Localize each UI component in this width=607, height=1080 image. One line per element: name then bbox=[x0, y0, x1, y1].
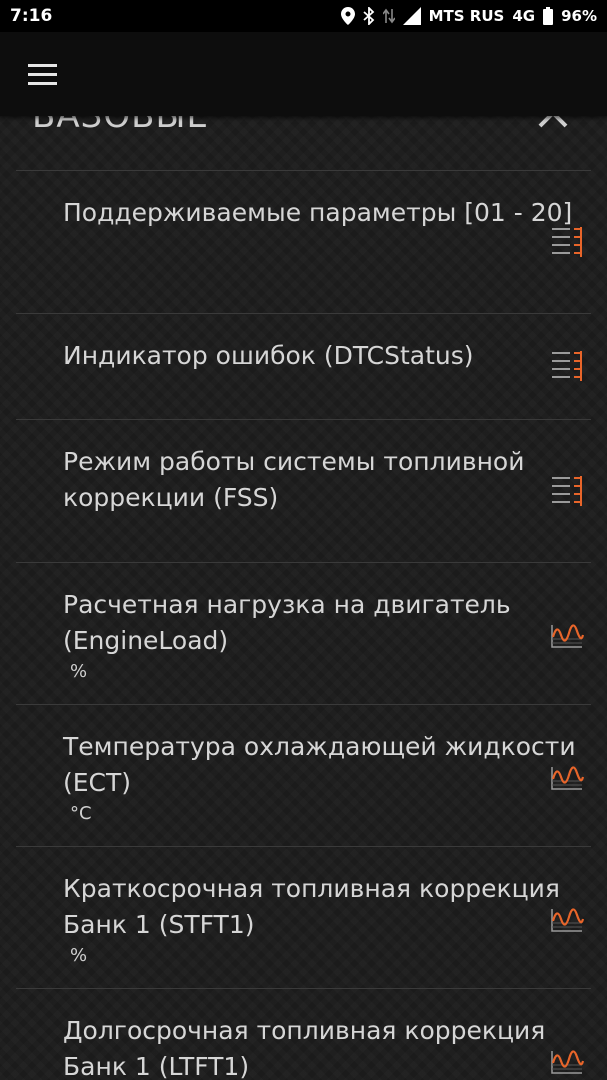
item-label: Температура охлаждающей жидкости (ECT) bbox=[63, 732, 576, 797]
bitmask-list-icon bbox=[552, 227, 582, 257]
list-item[interactable]: Расчетная нагрузка на двигатель (EngineL… bbox=[16, 562, 591, 704]
parameter-list: Поддерживаемые параметры [01 - 20] Индик… bbox=[16, 170, 591, 1080]
battery-level: 96% bbox=[561, 7, 597, 25]
carrier-name: MTS RUS bbox=[428, 7, 505, 25]
item-unit: % bbox=[70, 945, 88, 966]
item-label: Режим работы системы топливной коррекции… bbox=[63, 447, 525, 512]
hamburger-menu-icon[interactable] bbox=[22, 56, 62, 92]
item-label: Индикатор ошибок (DTCStatus) bbox=[63, 341, 474, 370]
screen: 7:16 MTS RUS 4G 96% БАЗОВЫЕ Поддерживаем… bbox=[0, 0, 607, 1080]
item-label: Долгосрочная топливная коррекция Банк 1 … bbox=[63, 1016, 546, 1080]
app-bar bbox=[0, 32, 607, 116]
status-time: 7:16 bbox=[10, 6, 53, 26]
list-item[interactable]: Режим работы системы топливной коррекции… bbox=[16, 419, 591, 562]
status-icons: MTS RUS 4G 96% bbox=[340, 7, 597, 25]
item-unit: % bbox=[70, 661, 88, 682]
network-type: 4G bbox=[512, 7, 536, 25]
status-bar: 7:16 MTS RUS 4G 96% bbox=[0, 0, 607, 32]
item-label: Поддерживаемые параметры [01 - 20] bbox=[63, 198, 573, 227]
waveform-graph-icon bbox=[551, 1050, 584, 1074]
battery-icon bbox=[543, 7, 554, 25]
list-item[interactable]: Температура охлаждающей жидкости (ECT) °… bbox=[16, 704, 591, 846]
bitmask-list-icon bbox=[552, 476, 582, 506]
item-unit: °C bbox=[70, 803, 92, 824]
item-label: Расчетная нагрузка на двигатель (EngineL… bbox=[63, 590, 511, 655]
waveform-graph-icon bbox=[551, 908, 584, 932]
list-item[interactable]: Индикатор ошибок (DTCStatus) bbox=[16, 313, 591, 419]
list-item[interactable]: Долгосрочная топливная коррекция Банк 1 … bbox=[16, 988, 591, 1080]
waveform-graph-icon bbox=[551, 766, 584, 790]
data-arrows-icon bbox=[382, 8, 395, 24]
location-icon bbox=[340, 7, 355, 25]
bluetooth-icon bbox=[363, 7, 374, 25]
bitmask-list-icon bbox=[552, 351, 582, 381]
item-label: Краткосрочная топливная коррекция Банк 1… bbox=[63, 874, 560, 939]
list-item[interactable]: Поддерживаемые параметры [01 - 20] bbox=[16, 170, 591, 313]
list-item[interactable]: Краткосрочная топливная коррекция Банк 1… bbox=[16, 846, 591, 988]
waveform-graph-icon bbox=[551, 624, 584, 648]
signal-icon bbox=[402, 7, 421, 25]
